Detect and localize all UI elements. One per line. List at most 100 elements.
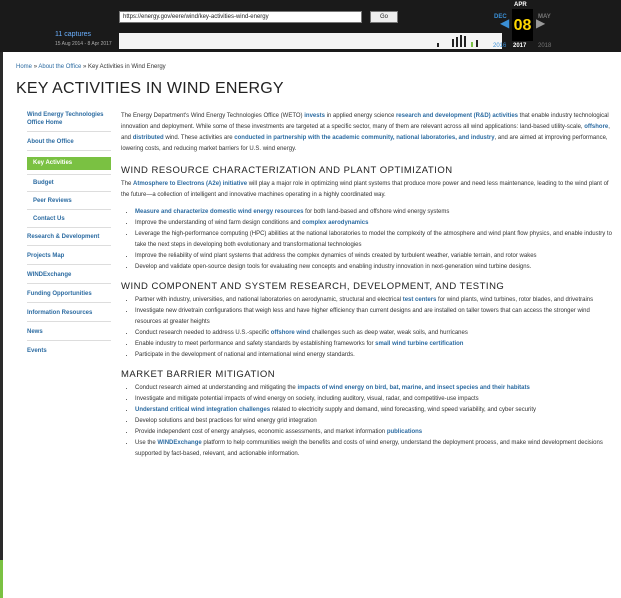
wayback-calendar: DEC APR MAY 08 ◀ ▶ 2016 2017 2018	[490, 0, 621, 52]
breadcrumb-separator: »	[33, 64, 38, 70]
sidebar-divider	[27, 227, 111, 228]
calendar-next-arrow-icon: ▶	[536, 16, 546, 30]
text-run: Partner with industry, universities, and…	[135, 297, 403, 303]
inline-link[interactable]: Measure and characterize domestic wind e…	[135, 209, 303, 215]
sidebar-divider	[27, 264, 111, 265]
inline-link[interactable]: research and development (R&D) activitie…	[396, 113, 518, 119]
list-item: Provide independent cost of energy analy…	[135, 427, 612, 438]
bullet-list: Partner with industry, universities, and…	[121, 295, 612, 361]
inline-link[interactable]: WINDExchange	[157, 440, 201, 446]
breadcrumb-home-link[interactable]: Home	[16, 64, 32, 70]
breadcrumb: Home » About the Office » Key Activities…	[16, 64, 166, 70]
text-run: Improve the reliability of wind plant sy…	[135, 253, 537, 259]
text-run: Develop and validate open-source design …	[135, 264, 532, 270]
text-run: Investigate new drivetrain configuration…	[135, 308, 590, 325]
text-run: Use the	[135, 440, 158, 446]
inline-link[interactable]: complex aerodynamics	[302, 220, 368, 226]
inline-link[interactable]: test centers	[403, 297, 437, 303]
timeline-capture-bar	[476, 40, 478, 47]
text-run: Enable industry to meet performance and …	[135, 341, 376, 347]
content-sections: WIND RESOURCE CHARACTERIZATION AND PLANT…	[121, 165, 612, 460]
timeline-capture-bar	[464, 36, 466, 47]
sidebar-item-key-activities[interactable]: Key Activities	[27, 157, 111, 170]
text-run: Participate in the development of nation…	[135, 352, 355, 358]
sidebar-item-contact-us[interactable]: Contact Us	[27, 215, 111, 223]
list-item: Investigate and mitigate potential impac…	[135, 394, 612, 405]
inline-link[interactable]: impacts of wind energy on bird, bat, mar…	[297, 385, 529, 391]
list-item: Develop and validate open-source design …	[135, 262, 612, 273]
section-heading: WIND COMPONENT AND SYSTEM RESEARCH, DEVE…	[121, 281, 505, 292]
sidebar-item-peer-reviews[interactable]: Peer Reviews	[27, 197, 111, 205]
text-run: The Energy Department's Wind Energy Tech…	[121, 113, 305, 119]
sidebar-item-about-the-office[interactable]: About the Office	[27, 138, 111, 146]
text-run: in applied energy science	[324, 113, 396, 119]
calendar-current-month: APR	[514, 2, 527, 8]
inline-link[interactable]: distributed	[133, 135, 164, 141]
list-item: Participate in the development of nation…	[135, 350, 612, 361]
left-accent-strip	[0, 560, 3, 598]
sidebar-item-events[interactable]: Events	[27, 347, 111, 355]
inline-link[interactable]: small wind turbine certification	[375, 341, 463, 347]
calendar-day: 08	[512, 9, 533, 41]
list-item: Improve the reliability of wind plant sy…	[135, 251, 612, 262]
timeline-capture-bar	[460, 35, 462, 47]
sidebar-item-news[interactable]: News	[27, 328, 111, 336]
timeline-capture-bar	[471, 42, 473, 47]
wayback-toolbar: Go 11 captures 15 Aug 2014 - 8 Apr 2017 …	[0, 0, 621, 52]
sidebar-item-information-resources[interactable]: Information Resources	[27, 309, 111, 317]
wayback-captures-link[interactable]: 11 captures	[55, 31, 91, 38]
sidebar-item-research-development[interactable]: Research & Development	[27, 233, 111, 241]
list-item: Conduct research needed to address U.S.-…	[135, 328, 612, 339]
sidebar-item-budget[interactable]: Budget	[27, 179, 111, 187]
calendar-prev-year[interactable]: 2016	[493, 43, 506, 49]
text-run: for both land-based and offshore wind en…	[303, 209, 450, 215]
inline-link[interactable]: offshore wind	[271, 330, 310, 336]
inline-link[interactable]: Atmosphere to Electrons (A2e) initiative	[133, 181, 247, 187]
text-run: Provide independent cost of energy analy…	[135, 429, 387, 435]
sidebar-divider	[27, 209, 111, 210]
bullet-list: Conduct research aimed at understanding …	[121, 383, 612, 460]
section-heading: MARKET BARRIER MITIGATION	[121, 369, 276, 380]
wayback-url-input[interactable]	[119, 11, 362, 23]
list-item: Develop solutions and best practices for…	[135, 416, 612, 427]
sidebar-item-wind-energy-technologies-office-home[interactable]: Wind Energy Technologies Office Home	[27, 111, 111, 127]
list-item: Use the WINDExchange platform to help co…	[135, 438, 612, 460]
intro-paragraph: The Energy Department's Wind Energy Tech…	[121, 111, 612, 155]
sidebar-divider	[27, 302, 111, 303]
sidebar-item-projects-map[interactable]: Projects Map	[27, 252, 111, 260]
text-run: platform to help communities weigh the b…	[135, 440, 603, 457]
inline-link[interactable]: offshore	[584, 124, 608, 130]
inline-link[interactable]: conducted in partnership with the academ…	[234, 135, 494, 141]
calendar-prev-arrow-icon[interactable]: ◀	[500, 16, 509, 30]
timeline-capture-bar	[452, 39, 454, 47]
sidebar-divider	[27, 340, 111, 341]
inline-link[interactable]: publications	[387, 429, 422, 435]
calendar-next-year: 2018	[538, 43, 552, 49]
sidebar-divider	[27, 321, 111, 322]
wayback-timeline[interactable]	[119, 33, 502, 49]
text-run: related to electricity supply and demand…	[270, 407, 537, 413]
sidebar-item-windexchange[interactable]: WINDExchange	[27, 271, 111, 279]
inline-link[interactable]: invests	[304, 113, 325, 119]
sidebar-divider	[27, 174, 111, 175]
wayback-go-button[interactable]: Go	[370, 11, 398, 23]
list-item: Measure and characterize domestic wind e…	[135, 207, 612, 218]
text-run: Improve the understanding of wind farm d…	[135, 220, 303, 226]
text-run: Conduct research needed to address U.S.-…	[135, 330, 271, 336]
wayback-capture-range: 15 Aug 2014 - 8 Apr 2017	[55, 41, 112, 47]
list-item: Partner with industry, universities, and…	[135, 295, 612, 306]
sidebar-item-funding-opportunities[interactable]: Funding Opportunities	[27, 290, 111, 298]
inline-link[interactable]: Understand critical wind integration cha…	[135, 407, 270, 413]
calendar-current-year: 2017	[513, 43, 527, 49]
timeline-capture-bar	[437, 43, 439, 47]
text-run: Investigate and mitigate potential impac…	[135, 396, 479, 402]
breadcrumb-office-link[interactable]: About the Office	[38, 64, 81, 70]
text-run: Leverage the high-performance computing …	[135, 231, 612, 248]
list-item: Enable industry to meet performance and …	[135, 339, 612, 350]
text-run: wind. These activities are	[163, 135, 235, 141]
text-run: Conduct research aimed at understanding …	[135, 385, 298, 391]
text-run: for wind plants, wind turbines, rotor bl…	[436, 297, 594, 303]
sidebar-divider	[27, 245, 111, 246]
bullet-list: Measure and characterize domestic wind e…	[121, 207, 612, 273]
text-run: Develop solutions and best practices for…	[135, 418, 317, 424]
